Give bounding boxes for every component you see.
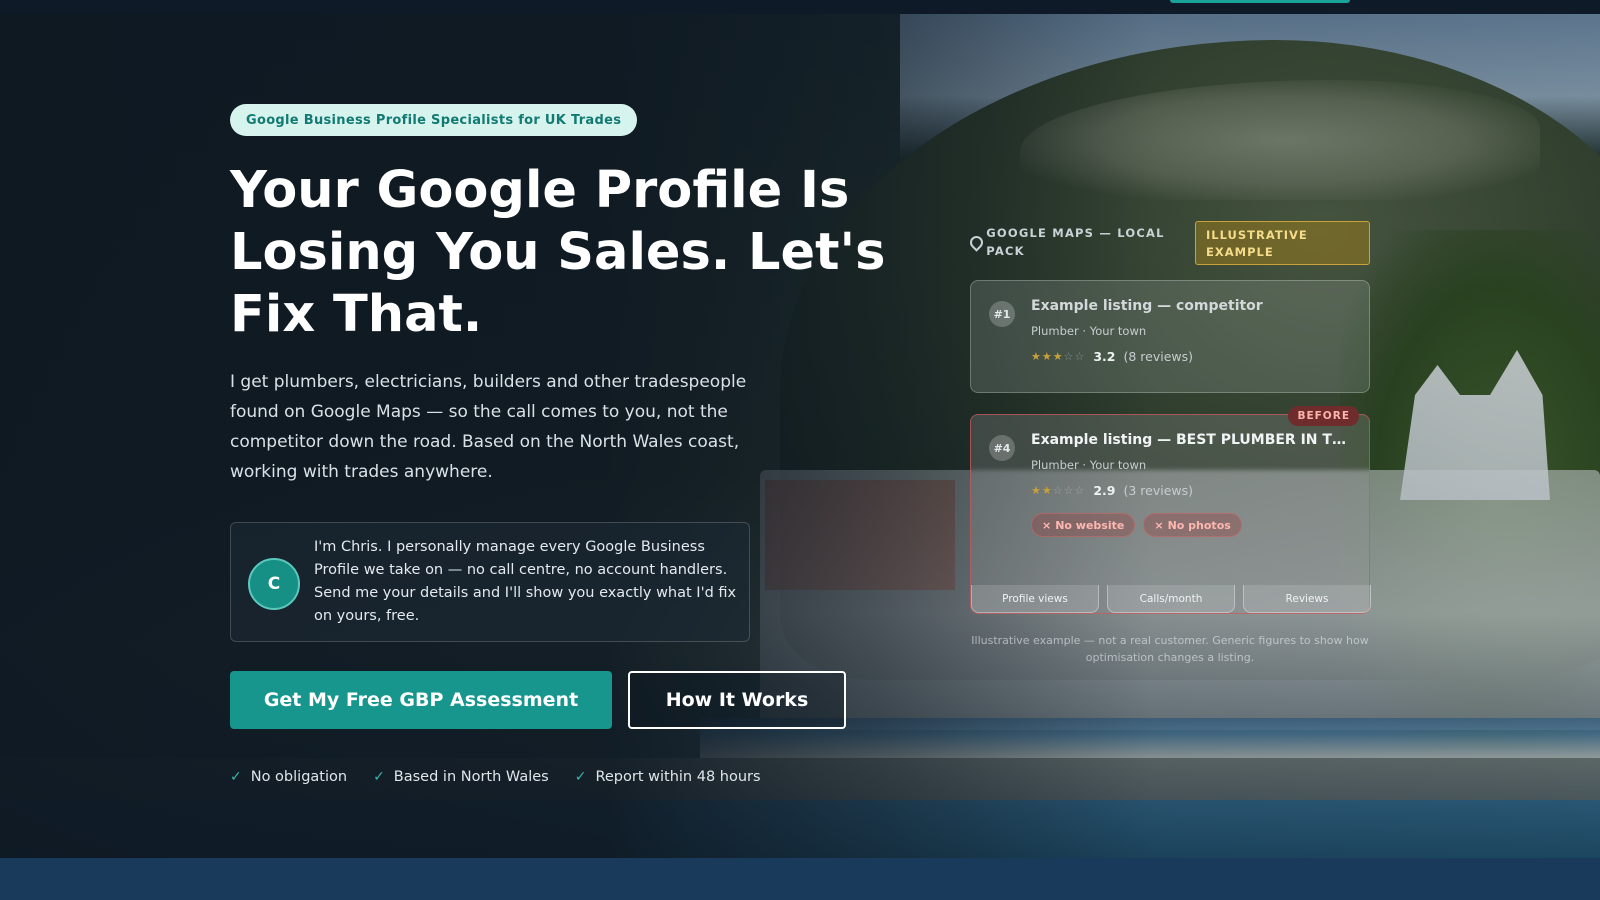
check-icon: ✓ (230, 769, 242, 785)
specialist-badge: Google Business Profile Specialists for … (230, 104, 638, 136)
review-count: (8 reviews) (1123, 349, 1194, 364)
rank-badge: #1 (989, 301, 1015, 327)
assurance-item: ✓ No obligation (230, 769, 347, 785)
next-section-band (0, 858, 1600, 900)
rating-score: 2.9 (1093, 483, 1116, 498)
founder-intro-card: C I'm Chris. I personally manage every G… (230, 522, 750, 642)
rank-badge: #4 (989, 435, 1015, 461)
check-icon: ✓ (574, 769, 587, 785)
top-navigation-bar (0, 0, 1600, 14)
assurance-label: Report within 48 hours (595, 769, 761, 785)
close-icon: × (1154, 518, 1164, 532)
maps-local-pack-header: GOOGLE MAPS — LOCAL PACK (970, 224, 1170, 260)
issue-label: No website (1055, 518, 1125, 532)
listing-name: Example listing — competitor (1031, 298, 1263, 314)
illustrative-example-tag: ILLUSTRATIVE EXAMPLE (1195, 221, 1370, 265)
rating-score: 3.2 (1093, 349, 1116, 364)
listing-category: Plumber · Your town (1031, 324, 1147, 338)
competitor-listing-card: #1 Example listing — competitor Plumber … (970, 280, 1370, 393)
assurance-label: Based in North Wales (393, 769, 549, 785)
founder-intro-text: I'm Chris. I personally manage every Goo… (314, 539, 737, 624)
how-it-works-button[interactable]: How It Works (628, 671, 846, 729)
avatar: C (248, 558, 300, 610)
check-icon: ✓ (373, 769, 385, 785)
stat-reviews: Reviews (1243, 585, 1371, 613)
before-listing-card: BEFORE #4 Example listing — BEST PLUMBER… (970, 406, 1371, 614)
illustrative-disclaimer: Illustrative example — not a real custom… (971, 634, 1369, 664)
assurance-label: No obligation (250, 769, 348, 785)
hero-subcopy: I get plumbers, electricians, builders a… (230, 372, 747, 482)
assurance-item: ✓ Report within 48 hours (575, 769, 761, 785)
assurance-item: ✓ Based in North Wales (373, 769, 549, 785)
hero-headline: Your Google Profile Is Losing You Sales.… (230, 161, 886, 344)
issue-label: No photos (1167, 518, 1231, 532)
listing-name: Example listing — BEST PLUMBER IN TOWN (1031, 432, 1356, 448)
listing-rating: ★★★☆☆ 3.2 (8 reviews) (1031, 349, 1193, 364)
listing-stats: Profile views Calls/month Reviews (971, 585, 1371, 613)
free-assessment-button[interactable]: Get My Free GBP Assessment (230, 671, 612, 729)
issue-pill: × No photos (1143, 513, 1242, 537)
issue-pill: × No website (1031, 513, 1136, 537)
map-pin-icon (970, 236, 978, 250)
assurance-list: ✓ No obligation ✓ Based in North Wales ✓… (230, 765, 761, 789)
review-count: (3 reviews) (1123, 483, 1194, 498)
stat-profile-views: Profile views (971, 585, 1099, 613)
star-rating-icon: ★★★☆☆ (1031, 350, 1086, 363)
listing-category: Plumber · Your town (1031, 458, 1147, 472)
before-badge: BEFORE (1288, 406, 1359, 426)
listing-rating: ★★☆☆☆ 2.9 (3 reviews) (1031, 483, 1193, 498)
maps-header-label: GOOGLE MAPS — LOCAL PACK (986, 226, 1165, 258)
stat-calls-month: Calls/month (1107, 585, 1235, 613)
close-icon: × (1042, 518, 1052, 532)
listing-issues: × No website × No photos (1031, 513, 1242, 537)
nav-cta-button[interactable] (1170, 0, 1350, 3)
star-rating-icon: ★★☆☆☆ (1031, 484, 1086, 497)
